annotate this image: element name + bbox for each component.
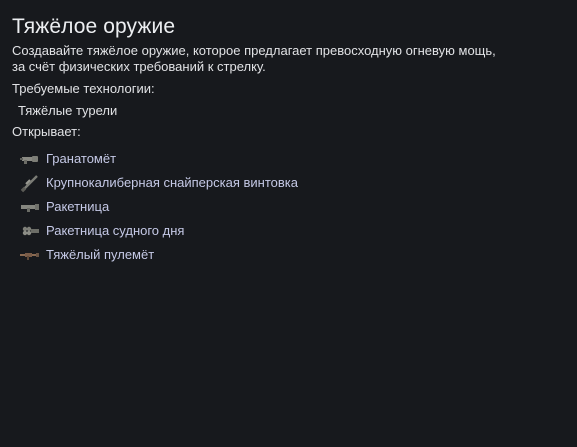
page-title: Тяжёлое оружие: [12, 15, 176, 38]
research-description: Создавайте тяжёлое оружие, которое предл…: [12, 43, 565, 75]
unlock-item-sniper-rifle[interactable]: Крупнокалиберная снайперская винтовка: [12, 171, 565, 195]
unlock-item-label: Гранатомёт: [46, 151, 117, 166]
research-info-panel: Тяжёлое оружие Создавайте тяжёлое оружие…: [0, 0, 577, 447]
required-tech-label: Требуемые технологии:: [12, 81, 155, 96]
required-tech-item: Тяжёлые турели: [18, 103, 118, 118]
heavy-machine-gun-icon: [18, 245, 42, 265]
sniper-rifle-icon: [18, 173, 42, 193]
unlock-item-label: Тяжёлый пулемёт: [46, 247, 155, 262]
unlock-item-rocket-launcher[interactable]: Ракетница: [12, 195, 565, 219]
unlock-item-label: Крупнокалиберная снайперская винтовка: [46, 175, 298, 190]
grenade-launcher-icon: [18, 149, 42, 169]
unlock-item-doomsday-rocket-launcher[interactable]: Ракетница судного дня: [12, 219, 565, 243]
description-line: Создавайте тяжёлое оружие, которое предл…: [12, 43, 496, 58]
unlocks-list: Гранатомёт Крупнокалиберная снайперская …: [12, 147, 565, 267]
description-line: за счёт физических требований к стрелку.: [12, 59, 266, 74]
unlock-item-label: Ракетница: [46, 199, 110, 214]
unlock-item-label: Ракетница судного дня: [46, 223, 185, 238]
doomsday-rocket-launcher-icon: [18, 221, 42, 241]
unlocks-label: Открывает:: [12, 124, 81, 139]
unlock-item-heavy-machine-gun[interactable]: Тяжёлый пулемёт: [12, 243, 565, 267]
rocket-launcher-icon: [18, 197, 42, 217]
unlock-item-grenade-launcher[interactable]: Гранатомёт: [12, 147, 565, 171]
